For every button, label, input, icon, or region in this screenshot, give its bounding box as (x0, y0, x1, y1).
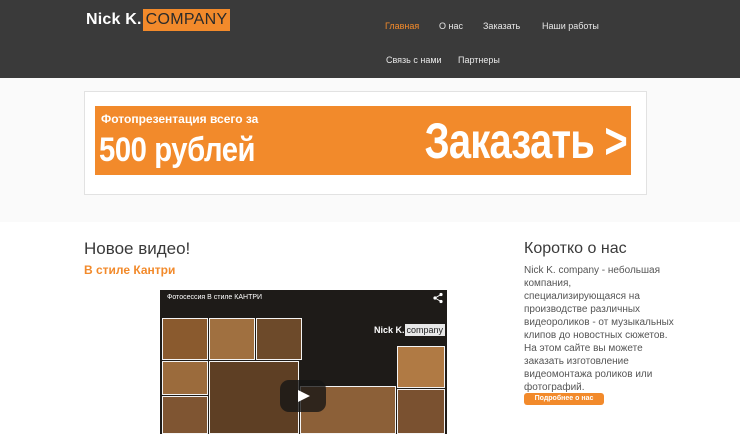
video-title: Фотосессия В стиле КАНТРИ (167, 294, 263, 301)
promo-order-cta[interactable]: Заказать > (425, 112, 628, 170)
promo-subtitle: Фотопрезентация всего за (101, 112, 259, 126)
share-icon[interactable] (432, 292, 444, 304)
video-logo-company: company (404, 324, 446, 336)
video-player[interactable]: Фотосессия В стиле КАНТРИ Nick K. compan… (160, 290, 447, 434)
nav-item-order[interactable]: Заказать (483, 21, 520, 31)
play-button[interactable] (280, 380, 326, 412)
promo-banner-frame: Фотопрезентация всего за 500 рублей Зака… (84, 91, 647, 195)
logo-name: Nick K. (86, 11, 142, 28)
collage-photo (209, 318, 255, 360)
collage-photo (162, 361, 208, 395)
about-text: Nick K. company - небольшая компания, сп… (524, 265, 674, 393)
collage-photo (162, 318, 208, 360)
collage-photo (256, 318, 302, 360)
collage-photo (397, 346, 445, 388)
nav-item-our-works[interactable]: Наши работы (542, 21, 599, 31)
top-navigation-bar: Nick K. COMPANY Главная О нас Заказать Н… (0, 0, 740, 78)
about-more-button[interactable]: Подробнее о нас (524, 393, 604, 405)
nav-item-partners[interactable]: Партнеры (458, 55, 500, 65)
video-logo-name: Nick K. (374, 325, 405, 335)
collage-photo (397, 389, 445, 434)
logo-company: COMPANY (142, 9, 231, 31)
video-watermark-logo: Nick K. company (374, 323, 446, 337)
nav-item-home[interactable]: Главная (385, 21, 419, 31)
about-heading: Коротко о нас (524, 240, 627, 257)
video-subheading: В стиле Кантри (84, 263, 176, 277)
site-logo[interactable]: Nick K. COMPANY (86, 9, 231, 31)
promo-price: 500 рублей (99, 131, 256, 169)
new-video-heading: Новое видео! (84, 239, 191, 258)
nav-item-contact[interactable]: Связь с нами (386, 55, 442, 65)
collage-photo (162, 396, 208, 434)
promo-banner[interactable]: Фотопрезентация всего за 500 рублей Зака… (95, 106, 631, 175)
nav-item-about[interactable]: О нас (439, 21, 463, 31)
play-icon (298, 390, 310, 402)
